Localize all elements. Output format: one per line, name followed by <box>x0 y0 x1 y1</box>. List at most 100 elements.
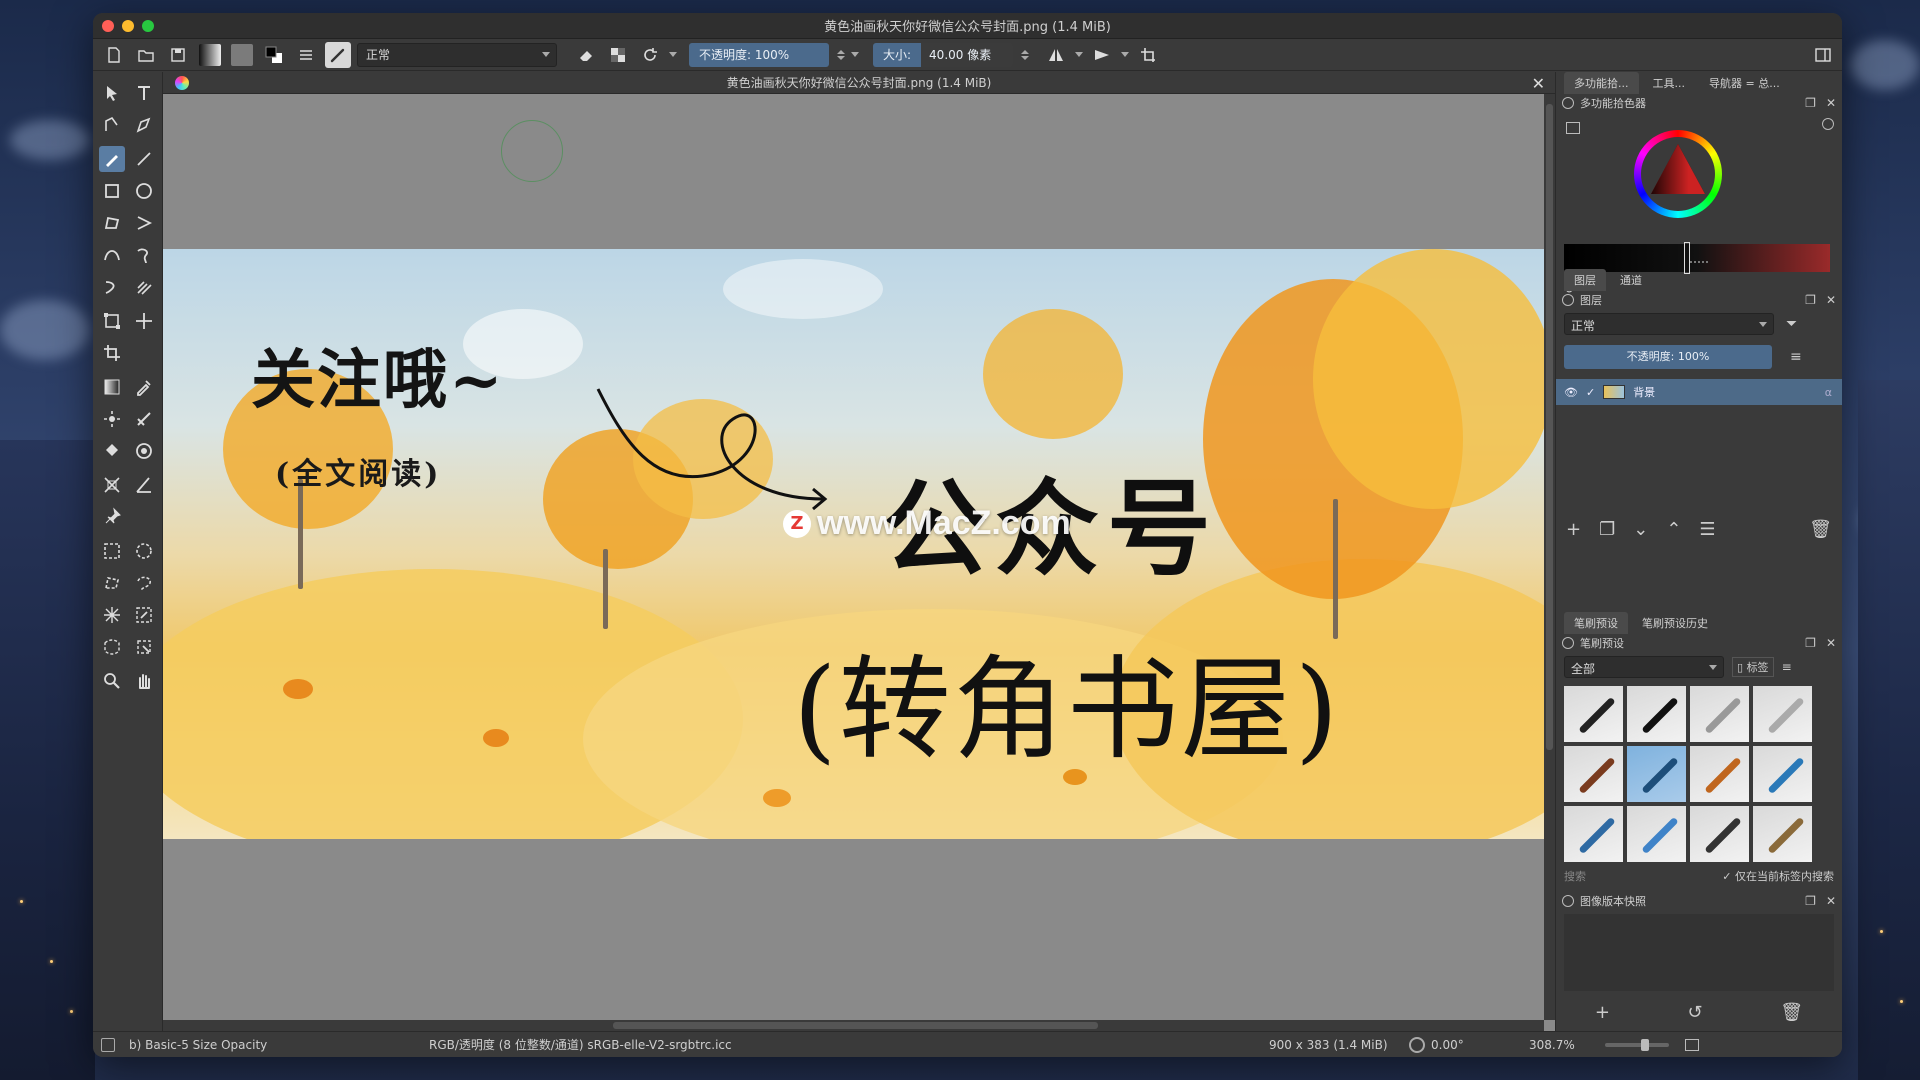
size-spinner[interactable] <box>1021 49 1029 60</box>
tab-layers[interactable]: 图层 <box>1564 269 1606 291</box>
close-window-button[interactable] <box>102 19 114 32</box>
rectangle-tool[interactable] <box>99 178 125 204</box>
brush-preset-tile[interactable] <box>1753 686 1812 742</box>
gradient-button[interactable] <box>197 42 223 68</box>
tab-color-selector[interactable]: 多功能拾... <box>1564 72 1639 94</box>
add-snapshot-icon[interactable]: + <box>1595 1002 1610 1023</box>
multibrush-tool[interactable] <box>131 274 157 300</box>
color-history-bar[interactable] <box>1564 242 1830 274</box>
pattern-button[interactable] <box>229 42 255 68</box>
brush-preset-tile[interactable] <box>1564 806 1623 862</box>
vertical-scrollbar[interactable] <box>1544 94 1555 1020</box>
brush-preset-tile[interactable] <box>1690 806 1749 862</box>
fg-bg-color-button[interactable] <box>261 42 287 68</box>
bezier-select-tool[interactable] <box>99 634 125 660</box>
opacity-dropdown-icon[interactable] <box>851 52 859 57</box>
tab-tool-options[interactable]: 工具... <box>1643 72 1696 94</box>
open-button[interactable] <box>133 42 159 68</box>
brush-tag-button[interactable]: ▯ 标签 <box>1732 657 1774 677</box>
brush-preset-tile[interactable] <box>1564 686 1623 742</box>
horizontal-scrollbar[interactable] <box>163 1020 1544 1031</box>
measure-tool[interactable] <box>131 472 157 498</box>
zoom-tool[interactable] <box>99 668 125 694</box>
mirror-vertical-button[interactable] <box>1089 42 1115 68</box>
no-color-icon[interactable] <box>1822 118 1834 130</box>
edit-shapes-tool[interactable] <box>99 112 125 138</box>
move-layer-up-icon[interactable]: ⌃ <box>1666 519 1681 540</box>
move-layer-down-icon[interactable]: ⌄ <box>1633 519 1648 540</box>
opacity-spinner[interactable] <box>837 49 845 60</box>
transform-tool[interactable] <box>99 308 125 334</box>
docker-lock-icon[interactable] <box>1562 294 1574 306</box>
fill-tool[interactable] <box>99 438 125 464</box>
eye-icon[interactable]: 👁 <box>1564 386 1578 399</box>
save-button[interactable] <box>165 42 191 68</box>
magnetic-select-tool[interactable] <box>131 634 157 660</box>
brush-preset-tile[interactable] <box>1564 746 1623 802</box>
brush-preset-tile[interactable] <box>1690 746 1749 802</box>
brush-search-input[interactable]: 搜索 <box>1564 868 1586 884</box>
duplicate-layer-icon[interactable]: ❐ <box>1599 519 1615 540</box>
delete-layer-icon[interactable]: 🗑 <box>1809 519 1832 540</box>
bezier-curve-tool[interactable] <box>99 242 125 268</box>
calligraphy-tool[interactable] <box>131 112 157 138</box>
similar-color-select-tool[interactable] <box>131 602 157 628</box>
tab-channels[interactable]: 通道 <box>1610 269 1652 291</box>
gradient-tool[interactable] <box>99 374 125 400</box>
opacity-slider[interactable]: 不透明度: 100% <box>689 42 829 67</box>
document-tab[interactable]: 黄色油画秋天你好微信公众号封面.png (1.4 MiB) ✕ <box>163 72 1555 94</box>
close-docker-icon[interactable]: ✕ <box>1826 293 1836 307</box>
reload-preset-button[interactable] <box>637 42 663 68</box>
layer-item-background[interactable]: 👁 ✓ 背景 α <box>1556 379 1842 405</box>
freehand-path-tool[interactable] <box>131 242 157 268</box>
minimize-window-button[interactable] <box>122 19 134 32</box>
blend-mode-select[interactable]: 正常 <box>357 42 557 67</box>
zoom-window-button[interactable] <box>142 19 154 32</box>
selection-display-icon[interactable] <box>101 1037 115 1052</box>
wrap-around-button[interactable] <box>1135 42 1161 68</box>
brush-preset-tile[interactable] <box>1690 686 1749 742</box>
move-tool[interactable] <box>131 308 157 334</box>
polyline-tool[interactable] <box>131 210 157 236</box>
brush-preset-tile[interactable] <box>1627 686 1686 742</box>
brush-settings-button[interactable] <box>293 42 319 68</box>
enclose-and-fill-tool[interactable] <box>131 438 157 464</box>
eraser-mode-button[interactable] <box>573 42 599 68</box>
reference-images-tool[interactable] <box>99 504 125 530</box>
docker-lock-icon[interactable] <box>1562 637 1574 649</box>
dynamic-brush-tool[interactable] <box>99 274 125 300</box>
vertical-scroll-thumb[interactable] <box>1546 104 1553 750</box>
smart-patch-tool[interactable] <box>131 406 157 432</box>
snapshot-list[interactable] <box>1564 914 1834 991</box>
layer-blend-mode-select[interactable]: 正常 <box>1564 313 1774 335</box>
brush-preset-tile[interactable] <box>1627 806 1686 862</box>
brush-filter-select[interactable]: 全部 <box>1564 656 1724 678</box>
polygon-select-tool[interactable] <box>99 570 125 596</box>
text-tool[interactable] <box>131 80 157 106</box>
colorize-mask-tool[interactable] <box>99 406 125 432</box>
pan-tool[interactable] <box>131 668 157 694</box>
layer-checkbox[interactable]: ✓ <box>1586 386 1595 399</box>
mirror-horizontal-dropdown-icon[interactable] <box>1075 52 1083 57</box>
float-docker-icon[interactable]: ❐ <box>1805 636 1816 650</box>
docker-toggle-button[interactable] <box>1810 42 1836 68</box>
delete-snapshot-icon[interactable]: 🗑 <box>1780 1002 1803 1023</box>
brush-preset-button[interactable] <box>325 41 351 68</box>
horizontal-scroll-thumb[interactable] <box>613 1022 1098 1029</box>
line-tool[interactable] <box>131 146 157 172</box>
color-settings-icon[interactable] <box>1566 122 1580 134</box>
crop-tool[interactable] <box>99 340 125 366</box>
filter-icon[interactable]: ⏷ <box>1786 316 1797 332</box>
tab-navigator[interactable]: 导航器 = 总... <box>1699 72 1790 94</box>
float-docker-icon[interactable]: ❐ <box>1805 894 1816 908</box>
ellipse-select-tool[interactable] <box>131 538 157 564</box>
search-in-tag-checkbox[interactable]: ✓ 仅在当前标签内搜索 <box>1722 868 1834 884</box>
mirror-horizontal-button[interactable] <box>1043 42 1069 68</box>
restore-snapshot-icon[interactable]: ↺ <box>1688 1002 1703 1023</box>
float-docker-icon[interactable]: ❐ <box>1805 293 1816 307</box>
layer-list-empty-area[interactable] <box>1556 405 1842 515</box>
status-rotation[interactable]: 0.00° <box>1409 1036 1529 1053</box>
close-docker-icon[interactable]: ✕ <box>1826 894 1836 908</box>
float-docker-icon[interactable]: ❐ <box>1805 96 1816 110</box>
tab-brush-presets[interactable]: 笔刷预设 <box>1564 612 1628 634</box>
